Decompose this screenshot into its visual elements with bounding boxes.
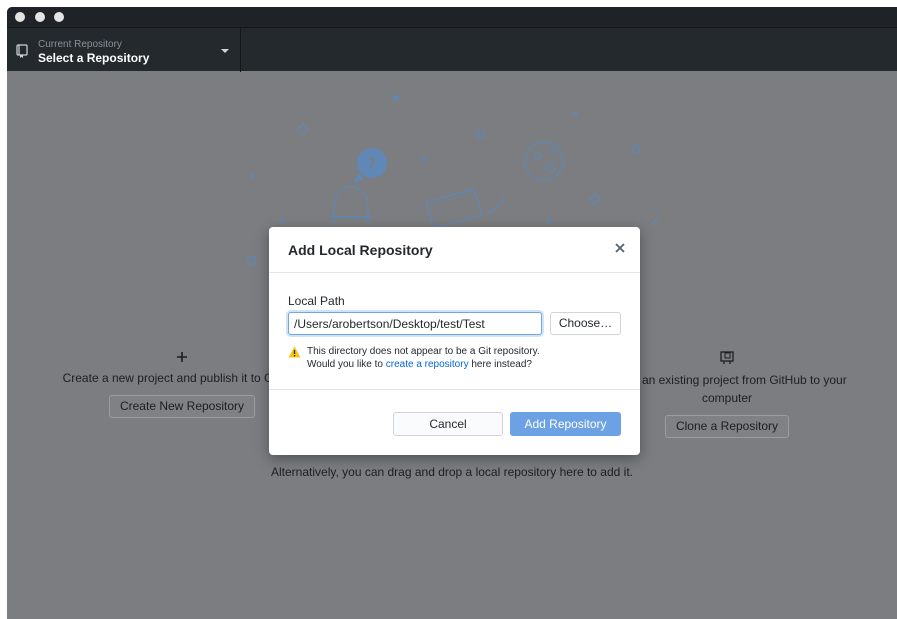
toolbar: Current Repository Select a Repository <box>7 27 897 72</box>
warning-line-1: This directory does not appear to be a G… <box>307 346 540 357</box>
drag-drop-note: Alternatively, you can drag and drop a l… <box>271 465 633 479</box>
repository-title: Select a Repository <box>38 51 150 65</box>
create-new-repository-button[interactable]: Create New Repository <box>108 395 256 418</box>
local-path-label: Local Path <box>288 294 345 308</box>
dialog-body: Local Path Choose… This directory does n… <box>269 274 640 389</box>
warning-line-2: Would you like to create a repository he… <box>307 359 532 371</box>
repository-caption: Current Repository <box>38 39 122 50</box>
create-repository-section: Create a new project and publish it to G… <box>60 351 304 418</box>
blank-slate: ? Create a new project and publish it to… <box>7 71 897 619</box>
close-icon[interactable] <box>15 12 25 22</box>
choose-button[interactable]: Choose… <box>550 312 621 335</box>
alert-icon <box>288 346 301 358</box>
title-bar <box>7 7 897 27</box>
dialog-title: Add Local Repository <box>288 242 433 258</box>
clone-repository-button[interactable]: Clone a Repository <box>664 415 790 438</box>
cancel-button[interactable]: Cancel <box>393 412 503 436</box>
create-repository-text: Create a new project and publish it to G… <box>62 371 302 385</box>
warning-prefix: Would you like to <box>307 359 386 370</box>
app-window: Current Repository Select a Repository ?… <box>7 7 897 619</box>
plus-icon <box>177 352 187 362</box>
repository-selector[interactable]: Current Repository Select a Repository <box>7 28 241 72</box>
clone-repository-section: Clone an existing project from GitHub to… <box>607 351 847 438</box>
x-icon[interactable] <box>613 241 627 255</box>
dialog-header: Add Local Repository <box>269 227 640 273</box>
clone-repository-text-line2: computer <box>701 391 753 405</box>
local-path-input[interactable] <box>288 312 542 335</box>
desktop-download-icon <box>720 351 734 364</box>
svg-text:?: ? <box>368 156 376 172</box>
repo-icon <box>16 44 28 58</box>
minimize-icon[interactable] <box>35 12 45 22</box>
warning-suffix: here instead? <box>468 359 532 370</box>
clone-repository-text-line1: Clone an existing project from GitHub to… <box>607 373 847 387</box>
zoom-icon[interactable] <box>54 12 64 22</box>
triangle-down-icon <box>221 49 229 53</box>
add-local-repository-dialog: Add Local Repository Local Path Choose… … <box>269 227 640 455</box>
create-repository-link[interactable]: create a repository <box>386 359 469 370</box>
add-repository-button[interactable]: Add Repository <box>510 412 621 436</box>
dialog-footer: Cancel Add Repository <box>269 389 640 455</box>
